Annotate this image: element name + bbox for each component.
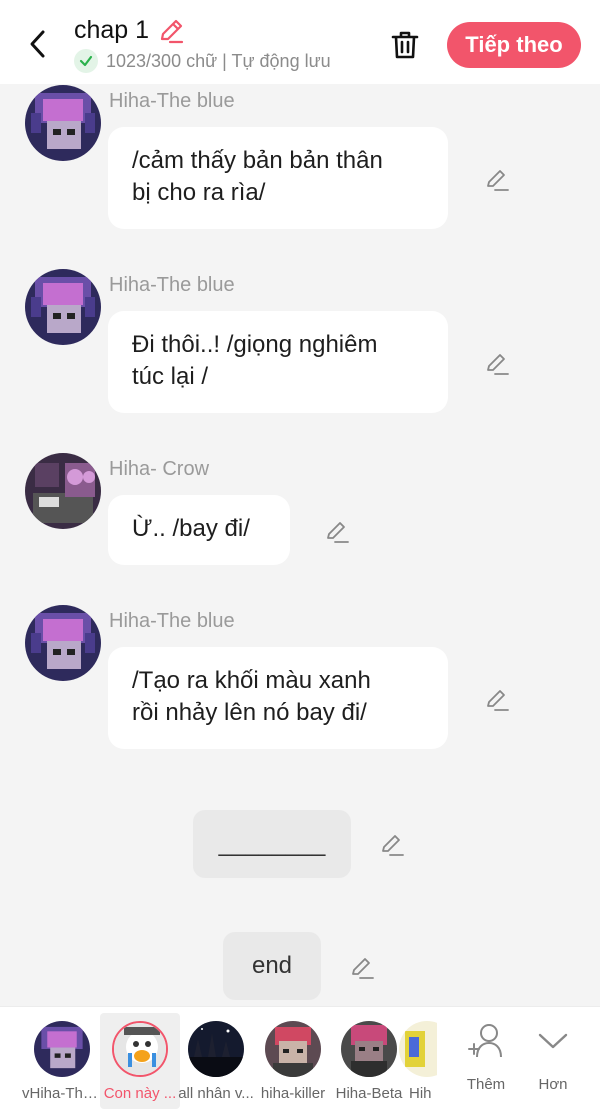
sender-name: Hiha- Crow [109, 458, 210, 480]
character-item[interactable]: vHiha-The ... [22, 1013, 102, 1109]
message-text-line: Đi thôi..! /giọng nghiêm [132, 331, 378, 358]
character-item[interactable]: Hiha-Beta [329, 1013, 409, 1109]
character-name: Con này ... [103, 1085, 177, 1102]
add-label: Thêm [466, 1076, 506, 1093]
message-text-line: Ừ.. /bay đi/ [132, 515, 250, 542]
message-text-line: túc lại / [132, 363, 209, 390]
character-name: hiha-killer [260, 1085, 326, 1102]
message-text-line: bị cho ra rìa/ [132, 179, 266, 206]
avatar[interactable] [25, 605, 101, 681]
narration-bubble[interactable]: ________ [193, 810, 351, 878]
add-character-button[interactable]: Thêm [456, 1021, 516, 1101]
sender-name: Hiha-The blue [109, 90, 235, 112]
character-name: Hiha-Beta [335, 1085, 403, 1102]
narration-bubble[interactable]: end [223, 932, 321, 1000]
chevron-down-icon [536, 1021, 570, 1066]
message-bubble[interactable]: /cảm thấy bản bản thân bị cho ra rìa/ [108, 127, 448, 229]
character-avatar [399, 1021, 437, 1077]
add-person-icon [465, 1021, 507, 1066]
character-name: all nhân v... [178, 1085, 254, 1102]
page-title: chap 1 [74, 16, 150, 44]
character-avatar [341, 1021, 397, 1077]
narration-text: ________ [218, 830, 326, 857]
avatar[interactable] [25, 453, 101, 529]
character-avatar [265, 1021, 321, 1077]
message-text-line: rồi nhảy lên nó bay đi/ [132, 699, 367, 726]
character-avatar [188, 1021, 244, 1077]
more-button[interactable]: Hơn [523, 1021, 583, 1101]
message-text-line: /Tạo ra khối màu xanh [132, 667, 371, 694]
edit-narration-icon[interactable] [377, 829, 407, 859]
edit-message-icon[interactable] [482, 164, 512, 194]
back-icon[interactable] [22, 26, 52, 62]
avatar[interactable] [25, 85, 101, 161]
avatar[interactable] [25, 269, 101, 345]
sender-name: Hiha-The blue [109, 274, 235, 296]
sender-name: Hiha-The blue [109, 610, 235, 632]
narration-text: end [251, 952, 293, 979]
trash-icon[interactable] [386, 26, 424, 64]
edit-narration-icon[interactable] [347, 952, 377, 982]
edit-message-icon[interactable] [322, 516, 352, 546]
character-item[interactable]: Hih [399, 1013, 437, 1109]
character-name: vHiha-The ... [22, 1085, 102, 1102]
message-item: Hiha- Crow Ừ.. /bay đi/ [0, 452, 600, 572]
title-block: chap 1 1023/300 chữ | Tự động lưu [74, 16, 331, 73]
word-count-status: 1023/300 chữ | Tự động lưu [106, 50, 331, 71]
top-bar: chap 1 1023/300 chữ | Tự động lưu Tiếp t… [0, 0, 600, 84]
more-label: Hơn [538, 1076, 568, 1093]
character-avatar [34, 1021, 90, 1077]
message-item: Hiha-The blue /cảm thấy bản bản thân bị … [0, 84, 600, 244]
character-item[interactable]: hiha-killer [253, 1013, 333, 1109]
edit-title-icon[interactable] [157, 17, 185, 45]
message-bubble[interactable]: Đi thôi..! /giọng nghiêm túc lại / [108, 311, 448, 413]
message-bubble[interactable]: Ừ.. /bay đi/ [108, 495, 290, 565]
edit-message-icon[interactable] [482, 348, 512, 378]
edit-message-icon[interactable] [482, 684, 512, 714]
character-name: Hih [409, 1085, 432, 1102]
character-bar: vHiha-The ... Con này ... all nhân v... … [0, 1006, 600, 1110]
character-item-selected[interactable]: Con này ... [100, 1013, 180, 1109]
character-item[interactable]: all nhân v... [176, 1013, 256, 1109]
message-item: Hiha-The blue /Tạo ra khối màu xanh rồi … [0, 604, 600, 764]
message-text-line: /cảm thấy bản bản thân [132, 147, 383, 174]
check-icon [74, 49, 98, 73]
character-avatar [112, 1021, 168, 1077]
message-bubble[interactable]: /Tạo ra khối màu xanh rồi nhảy lên nó ba… [108, 647, 448, 749]
message-item: Hiha-The blue Đi thôi..! /giọng nghiêm t… [0, 268, 600, 428]
next-button[interactable]: Tiếp theo [447, 22, 581, 68]
